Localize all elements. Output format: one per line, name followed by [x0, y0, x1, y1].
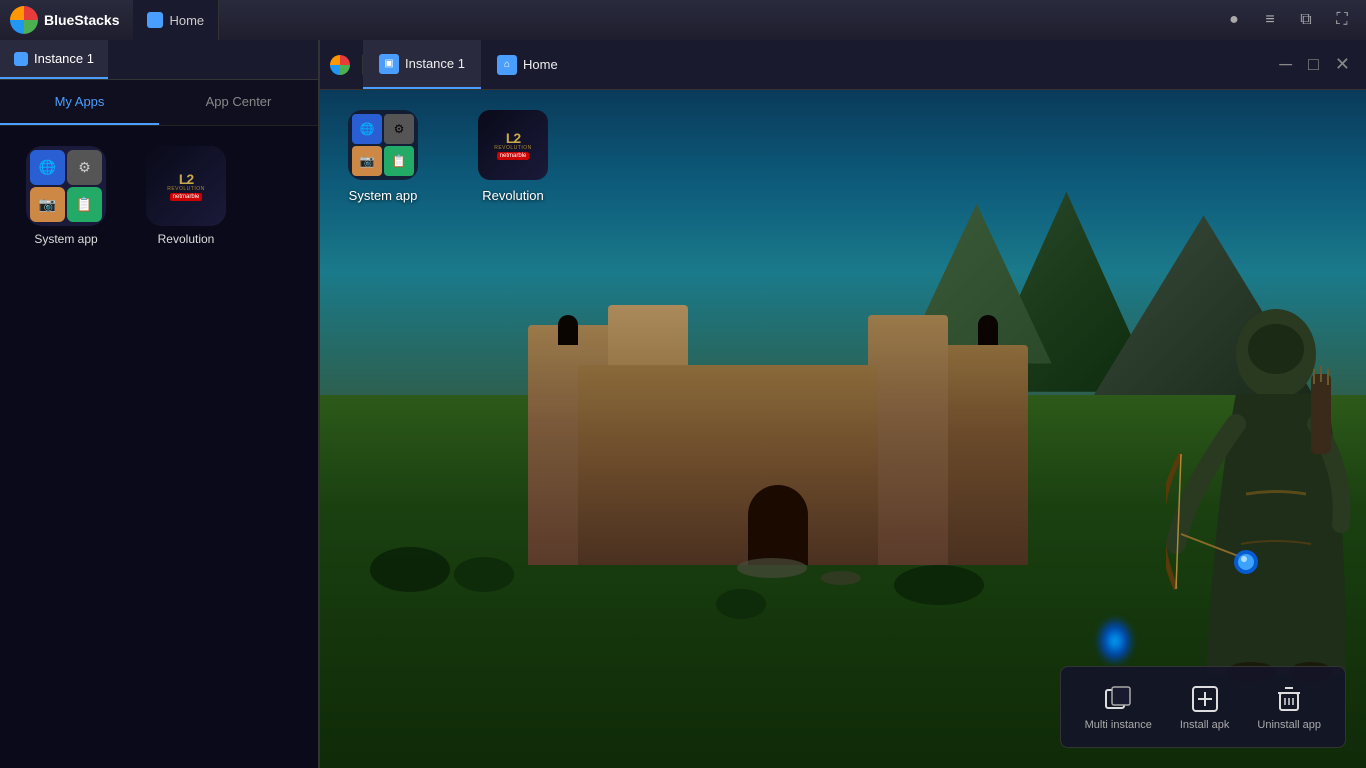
floating-app-system[interactable]: 🌐 ⚙ 📷 📋 System app [348, 110, 418, 203]
main-window: BlueStacks Home ● ≡ ⧉ ⛶ [0, 0, 1366, 768]
castle-body [578, 365, 878, 565]
left-instance-tab-label: Instance 1 [34, 51, 94, 66]
title-tab-home[interactable]: Home [133, 0, 219, 40]
archer-svg [1166, 294, 1366, 714]
home-tab-icon [147, 12, 163, 28]
install-apk-label: Install apk [1180, 719, 1230, 731]
nav-tab-app-center-label: App Center [206, 94, 272, 109]
lineage-text-rev: REVOLUTION [167, 186, 205, 192]
title-tab-home-label: Home [169, 13, 204, 28]
rock-2 [821, 571, 861, 585]
instance-tab-2-home[interactable]: ⌂ Home [481, 40, 574, 89]
floating-app-revolution-label: Revolution [482, 188, 543, 203]
profile-button[interactable]: ● [1220, 6, 1248, 34]
nav-tab-my-apps[interactable]: My Apps [0, 80, 159, 125]
castle [528, 265, 1028, 565]
icon-cell-camera: 📷 [30, 187, 65, 222]
game-background: 🌐 ⚙ 📷 📋 System app L2 REVOLUTION netmarb… [318, 90, 1366, 768]
app-icon-system: 🌐 ⚙ 📷 📋 [26, 146, 106, 226]
bluestacks-logo-icon [10, 6, 38, 34]
left-panel: Instance 1 My Apps App Center 🌐 ⚙ 📷 📋 [0, 40, 318, 768]
left-instance-tab-bar: Instance 1 [0, 40, 318, 80]
blue-flame [1095, 616, 1135, 666]
app-icon-revolution: L2 REVOLUTION netmarble [146, 146, 226, 226]
lineage-text-l2: L2 [179, 172, 193, 186]
castle-window-1 [558, 315, 578, 345]
title-bar: BlueStacks Home ● ≡ ⧉ ⛶ [0, 0, 1366, 40]
floating-app-system-label: System app [349, 188, 418, 203]
instance-window-controls: ─ □ ✕ [1279, 54, 1366, 75]
nav-tabs: My Apps App Center [0, 80, 318, 126]
bush-main-4 [716, 589, 766, 619]
floating-icon-system: 🌐 ⚙ 📷 📋 [348, 110, 418, 180]
uninstall-app-icon [1273, 683, 1305, 715]
title-bar-controls: ● ≡ ⧉ ⛶ [1220, 6, 1366, 34]
icon-cell-gear: ⚙ [67, 150, 102, 185]
instance-tab-2-label: Instance 1 [405, 56, 465, 71]
instance-tab-2-icon-inner: ▣ [384, 58, 393, 69]
nav-tab-my-apps-label: My Apps [55, 94, 105, 109]
instance-title-bar: ▣ Instance 1 ⌂ Home ─ □ ✕ [318, 40, 1366, 90]
install-apk-button[interactable]: Install apk [1168, 675, 1242, 739]
title-bar-tabs: Home [133, 0, 219, 40]
expand-button[interactable]: ⛶ [1328, 6, 1356, 34]
panel-divider [318, 40, 320, 768]
floating-lineage-l2: L2 [506, 131, 520, 145]
bluestacks-logo-text: BlueStacks [44, 12, 119, 28]
bush-main-1 [370, 547, 450, 592]
app-label-system: System app [34, 232, 97, 246]
restore-button[interactable]: ⧉ [1292, 6, 1320, 34]
icon-cell-globe: 🌐 [30, 150, 65, 185]
instance-tab-2-icon: ▣ [379, 54, 399, 74]
home-tab-2-icon-inner: ⌂ [504, 59, 510, 70]
restore-icon[interactable]: □ [1308, 54, 1319, 75]
uninstall-app-button[interactable]: Uninstall app [1245, 675, 1333, 739]
app-label-revolution: Revolution [158, 232, 215, 246]
close-icon[interactable]: ✕ [1335, 54, 1350, 75]
main-content: ▣ Instance 1 ⌂ Home ─ □ ✕ [318, 40, 1366, 768]
floating-apps: 🌐 ⚙ 📷 📋 System app L2 REVOLUTION netmarb… [348, 110, 548, 203]
multi-instance-button[interactable]: Multi instance [1073, 675, 1164, 739]
floating-lineage-icon: L2 REVOLUTION netmarble [478, 110, 548, 180]
castle-window-2 [978, 315, 998, 345]
minimize-icon[interactable]: ─ [1279, 54, 1292, 75]
instance-tab-icon [14, 52, 28, 66]
instance-bs-logo [318, 55, 363, 75]
uninstall-app-label: Uninstall app [1257, 719, 1321, 731]
app-item-system[interactable]: 🌐 ⚙ 📷 📋 System app [16, 146, 116, 246]
floating-lineage-nm: netmarble [497, 152, 530, 160]
floating-app-revolution[interactable]: L2 REVOLUTION netmarble Revolution [478, 110, 548, 203]
app-item-revolution[interactable]: L2 REVOLUTION netmarble Revolution [136, 146, 236, 246]
floating-icon-camera: 📷 [352, 146, 382, 176]
icon-cell-list: 📋 [67, 187, 102, 222]
floating-icon-globe: 🌐 [352, 114, 382, 144]
instance-logo-icon [330, 55, 350, 75]
home-tab-2-icon: ⌂ [497, 55, 517, 75]
instance-tab-2-home-label: Home [523, 57, 558, 72]
install-apk-icon [1189, 683, 1221, 715]
castle-tower-center-right [868, 315, 948, 565]
bottom-toolbar: Multi instance Install apk [1060, 666, 1346, 748]
nav-tab-app-center[interactable]: App Center [159, 80, 318, 125]
floating-lineage-rev: REVOLUTION [494, 145, 532, 151]
multi-instance-icon [1102, 683, 1134, 715]
floating-icon-revolution: L2 REVOLUTION netmarble [478, 110, 548, 180]
bush-main-2 [454, 557, 514, 592]
menu-button[interactable]: ≡ [1256, 6, 1284, 34]
bluestacks-logo: BlueStacks [0, 6, 129, 34]
lineage-icon-wrap: L2 REVOLUTION netmarble [146, 146, 226, 226]
multi-instance-label: Multi instance [1085, 719, 1152, 731]
instance-tab-2-instance[interactable]: ▣ Instance 1 [363, 40, 481, 89]
archer-figure [1166, 294, 1366, 714]
app-grid: 🌐 ⚙ 📷 📋 System app L2 REVOLUTION netmarb… [0, 126, 318, 266]
lineage-netmarble: netmarble [170, 193, 203, 201]
floating-icon-gear: ⚙ [384, 114, 414, 144]
castle-gate [748, 485, 808, 565]
left-instance-tab[interactable]: Instance 1 [0, 40, 108, 79]
floating-icon-list: 📋 [384, 146, 414, 176]
